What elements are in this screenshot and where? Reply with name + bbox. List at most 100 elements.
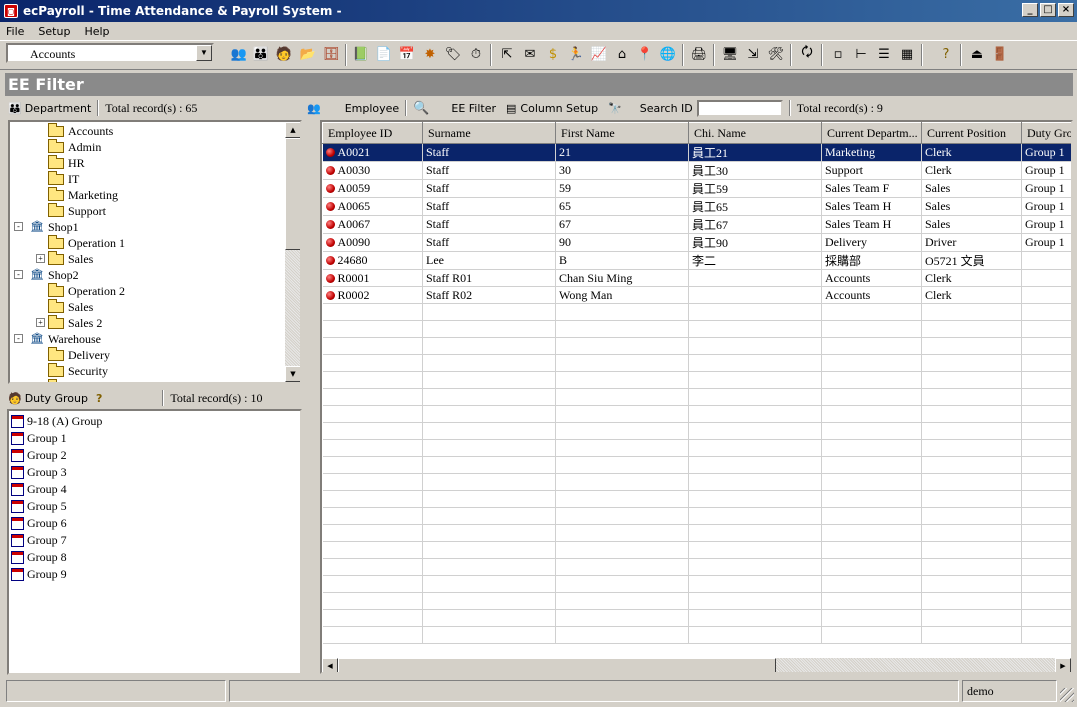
duty-group-item[interactable]: Group 7 [11, 532, 67, 549]
duty-group-item[interactable]: Group 5 [11, 498, 67, 515]
table-row[interactable] [322, 354, 1071, 372]
column-header[interactable]: Chi. Name [688, 122, 822, 144]
tree-item[interactable]: Accounts [48, 122, 113, 139]
table-row[interactable]: R0001 Staff R01 Chan Siu Ming Accounts Clerk [322, 269, 1071, 287]
tree-item[interactable]: IT [48, 170, 79, 187]
cabinet-icon[interactable]: 🗄 [321, 44, 341, 64]
scrollbar-thumb[interactable] [338, 658, 776, 672]
logout-icon[interactable]: ⏏ [967, 44, 987, 64]
search-icon[interactable]: 🔍 [413, 101, 429, 116]
table-row[interactable] [322, 558, 1071, 576]
table-row[interactable] [322, 507, 1071, 525]
table-row[interactable] [322, 473, 1071, 491]
duty-group-item[interactable]: Group 3 [11, 464, 67, 481]
table-row[interactable]: A0059 Staff 59 員工59 Sales Team F Sales Group 1 [322, 179, 1071, 198]
tree-item[interactable]: Admin [48, 138, 101, 155]
duty-group-item[interactable]: Group 8 [11, 549, 67, 566]
tree-item[interactable]: - 🏛 Warehouse [14, 331, 101, 347]
collapse-icon[interactable]: - [14, 222, 23, 231]
search-id-input[interactable] [696, 99, 783, 117]
tree-item[interactable]: + Sales 2 [36, 314, 102, 331]
duty-group-item[interactable]: Group 4 [11, 481, 67, 498]
scroll-down-icon[interactable]: ▼ [285, 366, 300, 382]
mail-icon[interactable]: ✉ [520, 44, 540, 64]
ee-filter-button[interactable]: EE Filter [451, 102, 496, 115]
expand-icon[interactable]: + [36, 318, 45, 327]
import-icon[interactable]: ⇲ [743, 44, 763, 64]
table-row[interactable] [322, 456, 1071, 474]
table-row[interactable] [322, 592, 1071, 610]
resize-grip-icon[interactable] [1060, 688, 1074, 702]
column-header[interactable]: Surname [422, 122, 556, 144]
tree-item[interactable]: Delivery [48, 346, 110, 363]
scroll-up-icon[interactable]: ▲ [285, 122, 300, 138]
list-view-icon[interactable]: ☰ [874, 44, 894, 64]
table-row[interactable]: R0002 Staff R02 Wong Man Accounts Clerk [322, 286, 1071, 304]
column-header[interactable]: Employee ID [322, 122, 423, 144]
money-icon[interactable]: $ [543, 44, 563, 64]
tree-item[interactable]: Sales [48, 298, 93, 315]
tree-item[interactable]: - 🏛 Shop1 [14, 219, 79, 235]
table-row[interactable]: A0067 Staff 67 員工67 Sales Team H Sales Group 1 [322, 215, 1071, 234]
table-row[interactable] [322, 626, 1071, 644]
run-icon[interactable]: 🏃 [566, 44, 586, 64]
table-row[interactable] [322, 541, 1071, 559]
table-row[interactable] [322, 422, 1071, 440]
printer-icon[interactable]: 🖨 [689, 44, 709, 64]
exit-door-icon[interactable]: 🚪 [990, 44, 1010, 64]
column-header[interactable]: Current Position [921, 122, 1022, 144]
minimize-button[interactable]: _ [1022, 3, 1038, 17]
tree-item[interactable]: W.H. Operation [48, 378, 144, 382]
table-row[interactable]: 24680 Lee B 李二 採購部 O5721 文員 [322, 251, 1071, 270]
table-row[interactable] [322, 337, 1071, 355]
tree-item[interactable]: HR [48, 154, 85, 171]
table-row[interactable]: A0065 Staff 65 員工65 Sales Team H Sales Group 1 [322, 197, 1071, 216]
employees-icon[interactable]: 👥 [229, 44, 249, 64]
table-row[interactable] [322, 371, 1071, 389]
company-combo[interactable]: Accounts ▼ [6, 43, 214, 63]
menu-help[interactable]: Help [84, 25, 109, 38]
small-icons-view-icon[interactable]: ▫ [828, 44, 848, 64]
table-row[interactable] [322, 524, 1071, 542]
scroll-right-icon[interactable]: ▶ [1055, 658, 1071, 672]
chevron-down-icon[interactable]: ▼ [196, 45, 212, 61]
person-card-icon[interactable]: 🧑 [274, 44, 294, 64]
monitor-icon[interactable]: 🖥 [720, 44, 740, 64]
group-icon[interactable]: 👪 [251, 44, 271, 64]
tree-item[interactable]: Support [48, 202, 106, 219]
detail-view-icon[interactable]: ▦ [897, 44, 917, 64]
expand-icon[interactable]: + [36, 254, 45, 263]
tree-item[interactable]: + Sales [36, 250, 93, 267]
collapse-icon[interactable]: - [14, 334, 23, 343]
book-icon[interactable]: 📗 [351, 44, 371, 64]
puzzle-icon[interactable]: ✸ [420, 44, 440, 64]
maximize-button[interactable]: □ [1040, 3, 1056, 17]
globe-icon[interactable]: 🌐 [658, 44, 678, 64]
table-row[interactable] [322, 320, 1071, 338]
table-row[interactable] [322, 575, 1071, 593]
export-icon[interactable]: ⇱ [497, 44, 517, 64]
help-icon[interactable]: ? [96, 392, 102, 405]
close-button[interactable]: × [1058, 3, 1074, 17]
report-icon[interactable]: 📄 [374, 44, 394, 64]
folder-icon[interactable]: 📂 [298, 44, 318, 64]
duty-group-item[interactable]: Group 2 [11, 447, 67, 464]
duty-group-item[interactable]: Group 1 [11, 430, 67, 447]
chart-icon[interactable]: 📈 [589, 44, 609, 64]
tree-view-icon[interactable]: ⊢ [851, 44, 871, 64]
tree-scrollbar[interactable]: ▲ ▼ [285, 122, 300, 382]
collapse-icon[interactable]: - [14, 270, 23, 279]
tree-item[interactable]: Operation 2 [48, 282, 125, 299]
help-icon[interactable]: ? [936, 44, 956, 64]
grid-horizontal-scrollbar[interactable]: ◀ ▶ [322, 658, 1071, 672]
pin-icon[interactable]: 📍 [635, 44, 655, 64]
refresh-doc-icon[interactable]: 🗘 [797, 44, 817, 64]
tools-icon[interactable]: 🛠 [766, 44, 786, 64]
table-row[interactable]: A0090 Staff 90 員工90 Delivery Driver Group 1 [322, 233, 1071, 252]
table-row[interactable] [322, 405, 1071, 423]
column-setup-button[interactable]: Column Setup [520, 102, 598, 115]
home-icon[interactable]: ⌂ [612, 44, 632, 64]
tree-item[interactable]: Operation 1 [48, 234, 125, 251]
menu-file[interactable]: File [6, 25, 24, 38]
table-row[interactable]: A0030 Staff 30 員工30 Support Clerk Group 1 [322, 161, 1071, 180]
